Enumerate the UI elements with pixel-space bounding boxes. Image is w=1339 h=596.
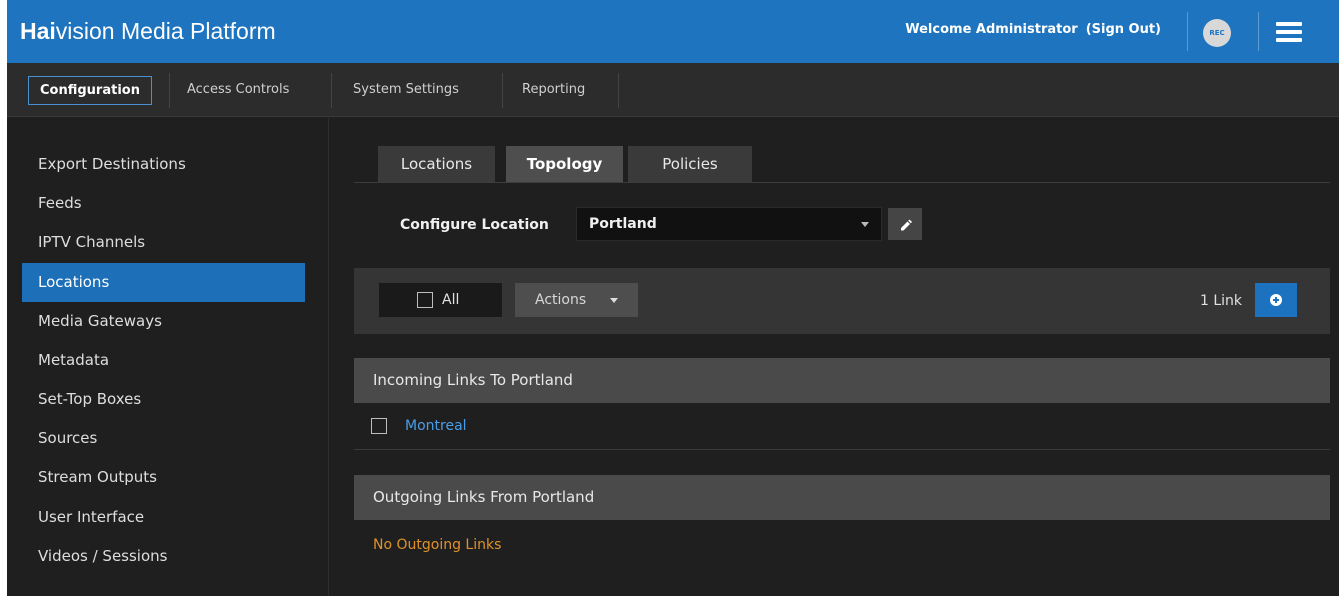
actions-label: Actions (535, 292, 587, 308)
tab-configuration[interactable]: Configuration (28, 76, 152, 105)
sidebar-item-videos-sessions[interactable]: Videos / Sessions (22, 537, 305, 576)
select-all-label: All (442, 292, 460, 308)
subtab-locations[interactable]: Locations (378, 146, 495, 182)
row-divider (354, 449, 1330, 450)
sidebar-item-locations[interactable]: Locations (22, 263, 305, 302)
tab-reporting[interactable]: Reporting (511, 76, 596, 105)
sidebar-item-set-top-boxes[interactable]: Set-Top Boxes (22, 380, 305, 419)
select-all-checkbox[interactable]: All (379, 283, 502, 317)
welcome-label: Welcome Administrator (905, 22, 1078, 37)
no-outgoing-links-message: No Outgoing Links (373, 537, 502, 553)
rec-button[interactable]: REC (1203, 19, 1231, 47)
sidebar: Export Destinations Feeds IPTV Channels … (7, 118, 329, 596)
header-divider (1258, 12, 1259, 51)
checkbox-icon (417, 292, 433, 308)
location-select[interactable]: Portland (576, 207, 882, 241)
subtab-policies[interactable]: Policies (628, 146, 752, 182)
brand-rest: vision Media Platform (55, 18, 276, 44)
header-divider (1187, 12, 1188, 51)
app-header: Haivision Media Platform Welcome Adminis… (7, 0, 1339, 63)
brand-logo: Haivision Media Platform (20, 18, 276, 45)
links-toolbar: All Actions 1 Link (354, 268, 1330, 334)
sidebar-item-feeds[interactable]: Feeds (22, 184, 305, 223)
incoming-links-header: Incoming Links To Portland (354, 358, 1330, 403)
chevron-down-icon (861, 222, 869, 227)
location-select-value: Portland (589, 216, 657, 232)
nav-divider (618, 73, 619, 108)
link-row-checkbox[interactable] (371, 418, 387, 434)
nav-divider (502, 73, 503, 108)
plus-circle-icon (1270, 294, 1282, 306)
welcome-text: Welcome Administrator (Sign Out) (905, 22, 1161, 37)
sidebar-item-user-interface[interactable]: User Interface (22, 498, 305, 537)
brand-bold: Hai (20, 18, 56, 44)
top-nav: Configuration Access Controls System Set… (7, 63, 1339, 117)
sidebar-item-export-destinations[interactable]: Export Destinations (22, 145, 305, 184)
nav-divider (331, 73, 332, 108)
sign-out-link[interactable]: (Sign Out) (1086, 22, 1161, 37)
tab-system-settings[interactable]: System Settings (342, 76, 470, 105)
chevron-down-icon (610, 298, 618, 303)
incoming-link-montreal[interactable]: Montreal (405, 418, 467, 434)
edit-location-button[interactable] (888, 208, 922, 240)
nav-divider (169, 73, 170, 108)
sidebar-item-media-gateways[interactable]: Media Gateways (22, 302, 305, 341)
actions-dropdown[interactable]: Actions (515, 283, 638, 317)
app-window: Haivision Media Platform Welcome Adminis… (7, 0, 1339, 596)
subtab-topology[interactable]: Topology (506, 146, 623, 182)
sidebar-item-sources[interactable]: Sources (22, 419, 305, 458)
outgoing-links-header: Outgoing Links From Portland (354, 475, 1330, 520)
main-content: Locations Topology Policies Configure Lo… (354, 118, 1330, 596)
link-count: 1 Link (1200, 293, 1243, 309)
sidebar-item-stream-outputs[interactable]: Stream Outputs (22, 458, 305, 497)
pencil-icon (901, 219, 912, 231)
tab-divider (354, 182, 1330, 183)
tab-access-controls[interactable]: Access Controls (176, 76, 300, 105)
sidebar-item-metadata[interactable]: Metadata (22, 341, 305, 380)
hamburger-menu-icon[interactable] (1276, 22, 1302, 42)
sidebar-item-iptv-channels[interactable]: IPTV Channels (22, 223, 305, 262)
configure-location-label: Configure Location (400, 217, 549, 233)
add-link-button[interactable] (1255, 283, 1297, 317)
